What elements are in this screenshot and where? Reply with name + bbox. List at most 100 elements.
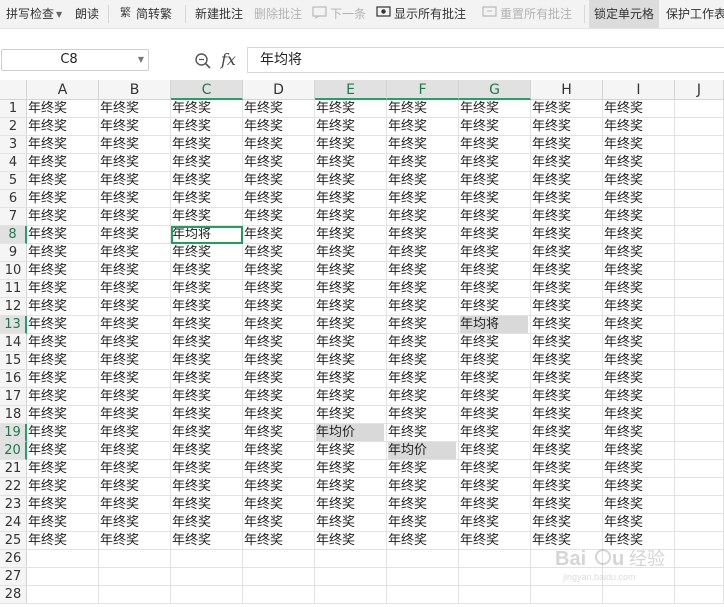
column-header-a[interactable]: A — [27, 80, 99, 100]
row-header-24[interactable]: 24 — [0, 514, 27, 532]
cell-e1[interactable]: 年终奖 — [315, 100, 387, 118]
cell-h15[interactable]: 年终奖 — [531, 352, 603, 370]
cell-b2[interactable]: 年终奖 — [99, 118, 171, 136]
cell-c2[interactable]: 年终奖 — [171, 118, 243, 136]
cell-b28[interactable] — [99, 586, 171, 604]
cell-g27[interactable] — [459, 568, 531, 586]
zoom-icon[interactable] — [194, 52, 212, 74]
select-all-corner[interactable] — [0, 80, 27, 100]
cell-g4[interactable]: 年终奖 — [459, 154, 531, 172]
cell-h2[interactable]: 年终奖 — [531, 118, 603, 136]
cell-d17[interactable]: 年终奖 — [243, 388, 315, 406]
cell-d14[interactable]: 年终奖 — [243, 334, 315, 352]
cell-j2[interactable] — [675, 118, 724, 136]
cell-f24[interactable]: 年终奖 — [387, 514, 459, 532]
cell-i6[interactable]: 年终奖 — [603, 190, 675, 208]
protect-sheet-button[interactable]: 保护工作表 — [666, 0, 724, 28]
row-header-6[interactable]: 6 — [0, 190, 27, 208]
cell-i10[interactable]: 年终奖 — [603, 262, 675, 280]
cell-c25[interactable]: 年终奖 — [171, 532, 243, 550]
cell-e18[interactable]: 年终奖 — [315, 406, 387, 424]
cell-c26[interactable] — [171, 550, 243, 568]
row-header-9[interactable]: 9 — [0, 244, 27, 262]
cell-g8[interactable]: 年终奖 — [459, 226, 531, 244]
cell-f17[interactable]: 年终奖 — [387, 388, 459, 406]
cell-c5[interactable]: 年终奖 — [171, 172, 243, 190]
cell-d25[interactable]: 年终奖 — [243, 532, 315, 550]
cell-j7[interactable] — [675, 208, 724, 226]
cell-e12[interactable]: 年终奖 — [315, 298, 387, 316]
cell-j17[interactable] — [675, 388, 724, 406]
cell-i9[interactable]: 年终奖 — [603, 244, 675, 262]
simp-trad-button[interactable]: 繁 简转繁 — [120, 0, 172, 28]
next-comment-button[interactable]: 下一条 — [312, 0, 366, 28]
cell-c8[interactable]: 年均将 — [171, 226, 243, 244]
cell-j14[interactable] — [675, 334, 724, 352]
cell-g20[interactable]: 年终奖 — [459, 442, 531, 460]
cell-f22[interactable]: 年终奖 — [387, 478, 459, 496]
cell-b13[interactable]: 年终奖 — [99, 316, 171, 334]
cell-d6[interactable]: 年终奖 — [243, 190, 315, 208]
cell-j16[interactable] — [675, 370, 724, 388]
cell-e11[interactable]: 年终奖 — [315, 280, 387, 298]
cell-c1[interactable]: 年终奖 — [171, 100, 243, 118]
cell-e22[interactable]: 年终奖 — [315, 478, 387, 496]
cell-b5[interactable]: 年终奖 — [99, 172, 171, 190]
cell-d22[interactable]: 年终奖 — [243, 478, 315, 496]
cell-i21[interactable]: 年终奖 — [603, 460, 675, 478]
row-header-4[interactable]: 4 — [0, 154, 27, 172]
row-header-11[interactable]: 11 — [0, 280, 27, 298]
row-header-8[interactable]: 8 — [0, 226, 27, 244]
chevron-down-icon[interactable]: ▼ — [138, 50, 144, 70]
cell-i24[interactable]: 年终奖 — [603, 514, 675, 532]
cell-g3[interactable]: 年终奖 — [459, 136, 531, 154]
cell-j9[interactable] — [675, 244, 724, 262]
cell-f9[interactable]: 年终奖 — [387, 244, 459, 262]
cell-i11[interactable]: 年终奖 — [603, 280, 675, 298]
cell-f12[interactable]: 年终奖 — [387, 298, 459, 316]
spell-check-button[interactable]: 拼写检查 ▼ — [6, 0, 62, 28]
cell-g12[interactable]: 年终奖 — [459, 298, 531, 316]
row-header-1[interactable]: 1 — [0, 100, 27, 118]
cell-h7[interactable]: 年终奖 — [531, 208, 603, 226]
cell-g17[interactable]: 年终奖 — [459, 388, 531, 406]
cell-a8[interactable]: 年终奖 — [27, 226, 99, 244]
cell-c4[interactable]: 年终奖 — [171, 154, 243, 172]
cell-e25[interactable]: 年终奖 — [315, 532, 387, 550]
cell-b9[interactable]: 年终奖 — [99, 244, 171, 262]
cell-g15[interactable]: 年终奖 — [459, 352, 531, 370]
cell-h20[interactable]: 年终奖 — [531, 442, 603, 460]
cell-g5[interactable]: 年终奖 — [459, 172, 531, 190]
cell-a25[interactable]: 年终奖 — [27, 532, 99, 550]
cell-c21[interactable]: 年终奖 — [171, 460, 243, 478]
row-header-13[interactable]: 13 — [0, 316, 27, 334]
cell-a20[interactable]: 年终奖 — [27, 442, 99, 460]
row-header-27[interactable]: 27 — [0, 568, 27, 586]
cell-c9[interactable]: 年终奖 — [171, 244, 243, 262]
cell-e19[interactable]: 年均价 — [315, 424, 387, 442]
cell-i23[interactable]: 年终奖 — [603, 496, 675, 514]
cell-a2[interactable]: 年终奖 — [27, 118, 99, 136]
row-header-26[interactable]: 26 — [0, 550, 27, 568]
cell-g1[interactable]: 年终奖 — [459, 100, 531, 118]
cell-g21[interactable]: 年终奖 — [459, 460, 531, 478]
cell-a7[interactable]: 年终奖 — [27, 208, 99, 226]
cell-e21[interactable]: 年终奖 — [315, 460, 387, 478]
cell-a15[interactable]: 年终奖 — [27, 352, 99, 370]
cell-i1[interactable]: 年终奖 — [603, 100, 675, 118]
cell-i7[interactable]: 年终奖 — [603, 208, 675, 226]
cell-i17[interactable]: 年终奖 — [603, 388, 675, 406]
cell-g24[interactable]: 年终奖 — [459, 514, 531, 532]
row-header-25[interactable]: 25 — [0, 532, 27, 550]
cell-h8[interactable]: 年终奖 — [531, 226, 603, 244]
cell-e24[interactable]: 年终奖 — [315, 514, 387, 532]
cell-g18[interactable]: 年终奖 — [459, 406, 531, 424]
cell-d2[interactable]: 年终奖 — [243, 118, 315, 136]
cell-j8[interactable] — [675, 226, 724, 244]
cell-g16[interactable]: 年终奖 — [459, 370, 531, 388]
row-header-5[interactable]: 5 — [0, 172, 27, 190]
cell-d15[interactable]: 年终奖 — [243, 352, 315, 370]
cell-h17[interactable]: 年终奖 — [531, 388, 603, 406]
cell-j19[interactable] — [675, 424, 724, 442]
cell-b8[interactable]: 年终奖 — [99, 226, 171, 244]
